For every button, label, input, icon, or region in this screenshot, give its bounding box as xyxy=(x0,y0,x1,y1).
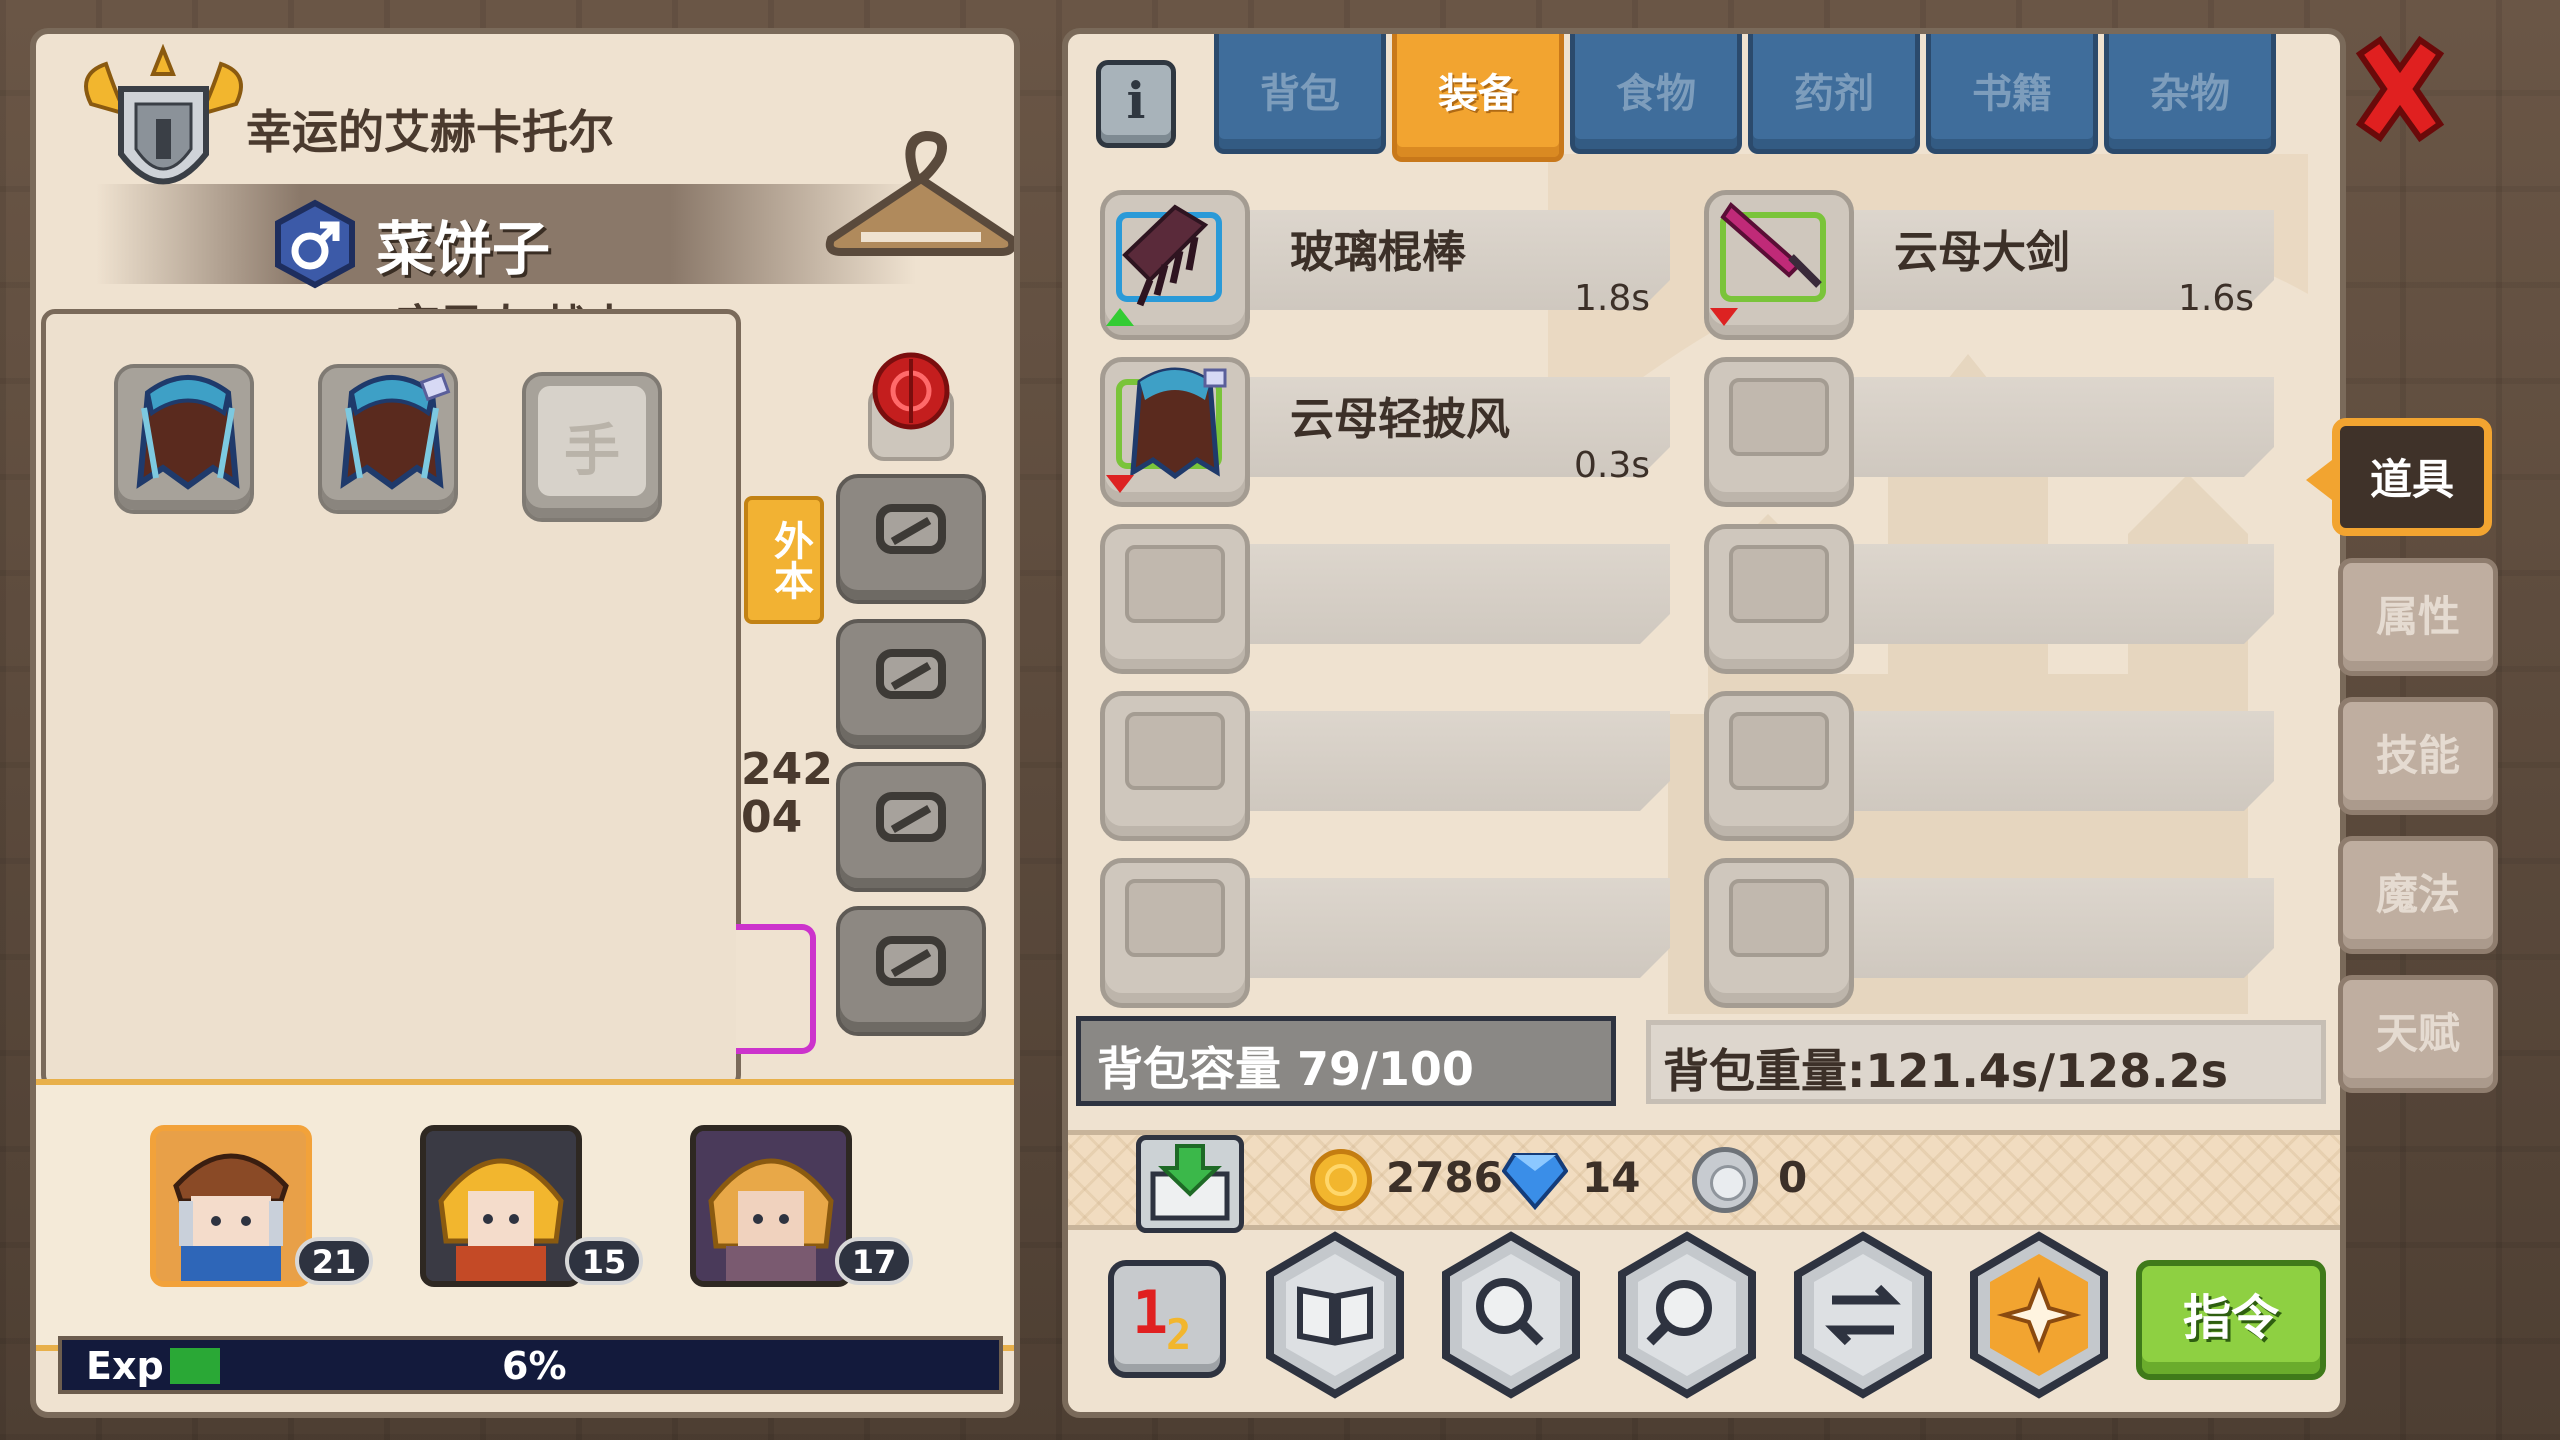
stat-value: 04 xyxy=(741,792,803,843)
character-panel: 幸运的艾赫卡托尔 菜饼子 变异人 战士 xyxy=(30,28,1020,1418)
tab-books[interactable]: 书籍 xyxy=(1926,34,2098,154)
equipment-slots-panel: 手 xyxy=(41,309,741,1089)
side-tab-skills[interactable]: 技能 xyxy=(2338,697,2498,815)
character-name: 菜饼子 xyxy=(376,215,551,283)
lock-icon xyxy=(876,649,946,699)
inventory-slot-empty[interactable] xyxy=(1100,524,1680,674)
character-title: 幸运的艾赫卡托尔 xyxy=(246,105,614,159)
exp-bar: Exp 6% xyxy=(58,1336,1003,1394)
sort-button[interactable]: 1 2 xyxy=(1108,1260,1226,1378)
side-tab-items[interactable]: 道具 xyxy=(2306,418,2492,536)
item-slot-edge xyxy=(736,924,816,1054)
inventory-slot-empty[interactable] xyxy=(1100,691,1680,841)
hero-portrait-icon xyxy=(156,1131,306,1281)
gold-amount: 2786 xyxy=(1386,1153,1503,1202)
close-icon[interactable] xyxy=(2350,34,2450,144)
currency-bar: 2786 14 0 xyxy=(1068,1130,2340,1233)
party-bar: 21 15 17 xyxy=(36,1079,1014,1351)
silver-amount: 0 xyxy=(1778,1153,1808,1202)
party-level-badge: 21 xyxy=(295,1237,373,1285)
silver-coin-icon xyxy=(1692,1147,1758,1213)
tab-misc[interactable]: 杂物 xyxy=(2104,34,2276,154)
diamond-icon xyxy=(1502,1153,1568,1211)
item-name: 云母轻披风 xyxy=(1290,394,1510,445)
lock-icon xyxy=(876,792,946,842)
party-level-badge: 15 xyxy=(565,1237,643,1285)
inventory-slot-empty[interactable] xyxy=(1704,524,2284,674)
tab-potions[interactable]: 药剂 xyxy=(1748,34,1920,154)
locked-slot[interactable] xyxy=(836,474,986,604)
inventory-slot-empty[interactable] xyxy=(1704,691,2284,841)
locked-slot[interactable] xyxy=(836,619,986,749)
backpack-capacity: 背包容量 79/100 xyxy=(1076,1016,1616,1106)
red-emblem-icon[interactable] xyxy=(866,349,956,464)
party-member-1[interactable] xyxy=(150,1125,312,1287)
lock-icon xyxy=(876,936,946,986)
book-icon[interactable] xyxy=(1260,1230,1410,1400)
tab-backpack[interactable]: 背包 xyxy=(1214,34,1386,154)
hand-slot-label: 手 xyxy=(564,419,620,484)
inventory-slot-empty[interactable] xyxy=(1100,858,1680,1008)
backpack-weight: 背包重量:121.4s/128.2s xyxy=(1646,1020,2326,1104)
store-button[interactable] xyxy=(1136,1135,1244,1233)
party-member-2[interactable] xyxy=(420,1125,582,1287)
stat-value: 242 xyxy=(741,744,833,795)
cape-icon xyxy=(340,372,451,490)
equip-slot-cape-1[interactable] xyxy=(114,364,254,514)
inventory-panel: i 背包 装备 食物 药剂 书籍 杂物 玻璃棍棒 1.8s 云母大剑 1.6s … xyxy=(1062,28,2346,1418)
inventory-item[interactable]: 玻璃棍棒 1.8s xyxy=(1100,190,1680,340)
inventory-item[interactable]: 云母大剑 1.6s xyxy=(1704,190,2284,340)
hero-portrait-icon xyxy=(696,1131,846,1281)
side-tab-attributes[interactable]: 属性 xyxy=(2338,558,2498,676)
exp-label: Exp xyxy=(86,1344,164,1388)
locked-slot[interactable] xyxy=(836,762,986,892)
inventory-slot-empty[interactable] xyxy=(1704,858,2284,1008)
cape-icon xyxy=(136,375,240,490)
item-name: 玻璃棍棒 xyxy=(1290,227,1466,278)
side-tab-magic[interactable]: 魔法 xyxy=(2338,836,2498,954)
male-gender-icon xyxy=(275,199,355,289)
tab-equipment[interactable]: 装备 xyxy=(1392,34,1564,162)
exp-progress-fill xyxy=(170,1348,220,1384)
hero-portrait-icon xyxy=(426,1131,576,1281)
command-button[interactable]: 指令 xyxy=(2136,1260,2326,1380)
equip-slot-hand[interactable]: 手 xyxy=(522,372,662,522)
gem-amount: 14 xyxy=(1582,1153,1641,1202)
party-member-3[interactable] xyxy=(690,1125,852,1287)
downgrade-arrow-icon xyxy=(1710,308,1738,326)
tab-food[interactable]: 食物 xyxy=(1570,34,1742,154)
equip-slot-cape-2[interactable] xyxy=(318,364,458,514)
swap-icon[interactable] xyxy=(1788,1230,1938,1400)
side-tag[interactable]: 外本 xyxy=(744,496,824,624)
inventory-slot-empty[interactable] xyxy=(1704,357,2284,507)
item-name: 云母大剑 xyxy=(1894,227,2070,278)
exp-percent: 6% xyxy=(502,1344,567,1388)
inventory-item[interactable]: 云母轻披风 0.3s xyxy=(1100,357,1680,507)
upgrade-arrow-icon xyxy=(1106,308,1134,326)
party-level-badge: 17 xyxy=(835,1237,913,1285)
info-icon: i xyxy=(1126,71,1146,130)
search-icon[interactable] xyxy=(1612,1230,1762,1400)
wardrobe-hanger-icon[interactable] xyxy=(821,124,1020,274)
downgrade-arrow-icon xyxy=(1106,475,1134,493)
download-store-icon xyxy=(1150,1144,1230,1221)
lock-icon xyxy=(876,504,946,554)
item-weight: 1.8s xyxy=(1573,278,1650,319)
locked-slot[interactable] xyxy=(836,906,986,1036)
magnify-icon[interactable] xyxy=(1436,1230,1586,1400)
info-button[interactable]: i xyxy=(1096,60,1176,148)
side-tab-talents[interactable]: 天赋 xyxy=(2338,975,2498,1093)
item-weight: 1.6s xyxy=(2177,278,2254,319)
item-weight: 0.3s xyxy=(1573,445,1650,486)
gold-coin-icon xyxy=(1310,1149,1372,1211)
shuriken-icon[interactable] xyxy=(1964,1230,2114,1400)
